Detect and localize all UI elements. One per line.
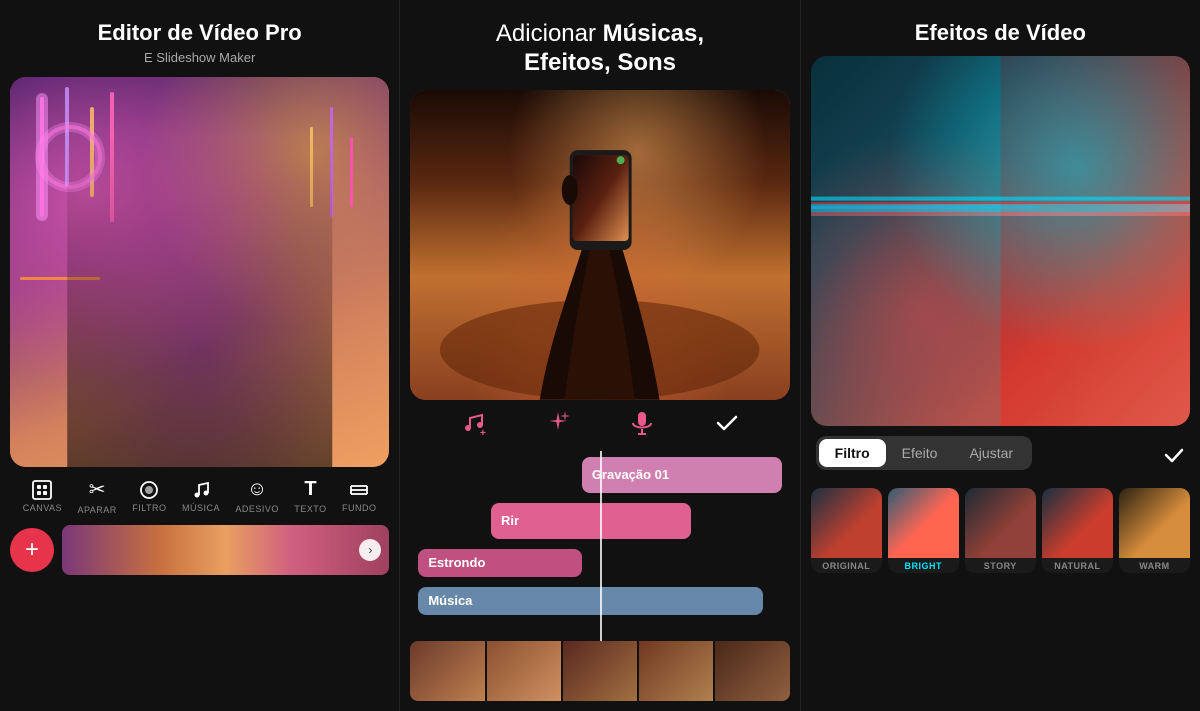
filmstrip-next-arrow[interactable]: › [359, 539, 381, 561]
mic-button[interactable] [629, 410, 655, 441]
panel3-title: Efeitos de Vídeo [915, 20, 1086, 46]
filter-story[interactable]: Story [965, 488, 1036, 573]
filter-bright-name: BrIGhT [888, 558, 959, 573]
scissors-icon: ✂ [89, 477, 106, 502]
track-rir[interactable]: Rir [491, 503, 691, 539]
filmstrip-thumb-3 [563, 641, 637, 701]
music-add-icon: + [460, 410, 486, 436]
person-silhouette [67, 136, 333, 468]
filter-bright[interactable]: BrIGhT [888, 488, 959, 573]
music-add-button[interactable]: + [460, 410, 486, 441]
filter-tab-row: Filtro Efeito Ajustar [811, 436, 1190, 480]
filter-warm-img [1119, 488, 1190, 558]
toolbar-sticker-label: ADESIVO [235, 504, 279, 514]
filter-warm[interactable]: WARM [1119, 488, 1190, 573]
toolbar-music-label: MÚSICA [182, 503, 220, 513]
toolbar-canvas[interactable]: CANVAS [23, 480, 62, 513]
timeline: Gravação 01 Rir Estrondo Música [410, 451, 789, 641]
panel1-photo [10, 77, 389, 467]
check-icon [714, 410, 740, 436]
panel2-title: Adicionar Músicas, Efeitos, Sons [496, 20, 704, 78]
panel-editor: Editor de Vídeo Pro E Slideshow Maker [0, 0, 400, 711]
panel2-title-regular: Adicionar Músicas, [496, 20, 704, 47]
filter-warm-name: WARM [1119, 558, 1190, 573]
panel2-title-bold: Efeitos, Sons [524, 49, 676, 76]
panel2-photo [410, 90, 789, 400]
canvas-icon [32, 480, 52, 500]
svg-text:+: + [480, 428, 486, 436]
toolbar-filter[interactable]: FILTRO [132, 480, 166, 513]
panel1-subtitle: E Slideshow Maker [144, 50, 255, 65]
tab-ajustar[interactable]: Ajustar [953, 439, 1029, 467]
filter-natural[interactable]: NATURAL [1042, 488, 1113, 573]
filter-icon [139, 480, 159, 500]
glitch-effect [811, 56, 1190, 426]
track-estrondo[interactable]: Estrondo [418, 549, 581, 577]
filter-story-img [965, 488, 1036, 558]
track-recording[interactable]: Gravação 01 [582, 457, 782, 493]
bottom-bar: + › [10, 525, 389, 575]
track-rir-label: Rir [501, 513, 519, 528]
filmstrip-thumb [62, 525, 389, 575]
panel-effects: Efeitos de Vídeo Filtro Efeito Ajust [801, 0, 1200, 711]
microphone-icon [629, 410, 655, 436]
background-icon [349, 480, 369, 500]
track-recording-label: Gravação 01 [592, 467, 669, 482]
filter-bright-img [888, 488, 959, 558]
filmstrip-thumb-1 [410, 641, 484, 701]
panel2-main-image [410, 90, 789, 400]
filter-natural-name: NATURAL [1042, 558, 1113, 573]
filmstrip-thumb-5 [715, 641, 789, 701]
toolbar-text[interactable]: T TEXTO [294, 478, 326, 514]
toolbar-trim[interactable]: ✂ APARAR [77, 477, 116, 515]
panel-audio: Adicionar Músicas, Efeitos, Sons [400, 0, 800, 711]
toolbar-sticker[interactable]: ☺ ADESIVO [235, 478, 279, 514]
track-estrondo-label: Estrondo [428, 555, 485, 570]
music-icon [191, 480, 211, 500]
toolbar-background[interactable]: FUNDO [342, 480, 377, 513]
toolbar-text-label: TEXTO [294, 504, 326, 514]
filmstrip-thumb-4 [639, 641, 713, 701]
effects-button[interactable] [545, 410, 571, 441]
panel3-main-image [811, 56, 1190, 426]
filter-story-name: Story [965, 558, 1036, 573]
filter-original-img [811, 488, 882, 558]
toolbar-filter-label: FILTRO [132, 503, 166, 513]
filter-strip: ORIGINAL BrIGhT Story NATURAL WARM [811, 488, 1190, 573]
toolbar-background-label: FUNDO [342, 503, 377, 513]
toolbar-trim-label: APARAR [77, 505, 116, 515]
sparkle-icon [545, 410, 571, 436]
confirm-check-icon [1163, 444, 1185, 466]
filter-original[interactable]: ORIGINAL [811, 488, 882, 573]
filmstrip[interactable]: › [62, 525, 389, 575]
toolbar-music[interactable]: MÚSICA [182, 480, 220, 513]
track-musica[interactable]: Música [418, 587, 763, 615]
filter-tabs: Filtro Efeito Ajustar [816, 436, 1032, 470]
sticker-icon: ☺ [247, 478, 267, 501]
toolbar: CANVAS ✂ APARAR FILTRO MÚSICA ☺ ADESIVO [10, 467, 389, 519]
toolbar-canvas-label: CANVAS [23, 503, 62, 513]
add-button[interactable]: + [10, 528, 54, 572]
tab-efeito[interactable]: Efeito [886, 439, 954, 467]
playback-controls: + [410, 400, 789, 451]
effects-confirm-button[interactable] [1163, 444, 1185, 472]
panel1-title: Editor de Vídeo Pro [98, 20, 302, 46]
panel3-photo [811, 56, 1190, 426]
track-musica-label: Música [428, 593, 472, 608]
tab-filtro[interactable]: Filtro [819, 439, 886, 467]
hand-phone-svg [410, 90, 789, 400]
filter-original-name: ORIGINAL [811, 558, 882, 573]
filmstrip-thumb-2 [487, 641, 561, 701]
panel2-filmstrip [410, 641, 789, 701]
filter-natural-img [1042, 488, 1113, 558]
confirm-button[interactable] [714, 410, 740, 441]
text-icon: T [304, 478, 316, 501]
panel1-main-image [10, 77, 389, 467]
playhead [600, 451, 602, 641]
